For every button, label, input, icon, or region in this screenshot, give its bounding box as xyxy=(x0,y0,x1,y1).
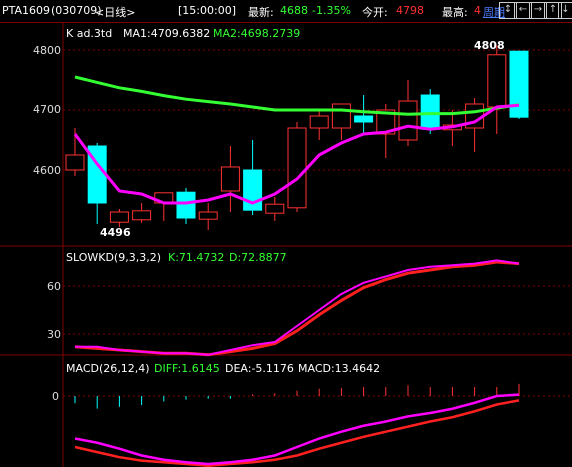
kd-lines xyxy=(74,259,520,357)
main-ytick-2: 4600 xyxy=(33,164,61,177)
k-label: K:71.4732 xyxy=(168,251,224,264)
candle-body xyxy=(220,166,240,192)
candlesticks xyxy=(65,45,529,230)
diff-line xyxy=(74,393,520,466)
candle-body xyxy=(331,103,351,129)
low-marker: 4496 xyxy=(100,226,131,239)
k-line xyxy=(75,259,520,356)
main-ytick-0: 4800 xyxy=(33,44,61,57)
candle-body xyxy=(487,54,507,108)
candle-body xyxy=(398,100,418,141)
main-title: K ad.3td xyxy=(66,27,112,40)
candle-body xyxy=(265,203,285,214)
macd-label: MACD:13.4642 xyxy=(298,362,380,375)
ma2-line xyxy=(74,75,520,116)
macd-title: MACD(26,12,4) xyxy=(66,362,150,375)
candle-body xyxy=(198,211,218,220)
dea-label: DEA:-5.1176 xyxy=(225,362,294,375)
candle-body xyxy=(176,191,196,219)
macd-lines xyxy=(74,383,520,467)
macd-ytick-0: 0 xyxy=(52,390,59,403)
kd-ytick-1: 30 xyxy=(47,328,61,341)
d-label: D:72.8877 xyxy=(229,251,287,264)
ma1-label: MA1:4709.6382 xyxy=(123,27,210,40)
candle-body xyxy=(309,115,329,129)
candle-body xyxy=(65,154,85,171)
kd-title: SLOWKD(9,3,3,2) xyxy=(66,251,161,264)
candle-body xyxy=(354,115,374,123)
kd-ytick-0: 60 xyxy=(47,280,61,293)
candle-body xyxy=(287,127,307,209)
candle-body xyxy=(132,210,152,221)
candle-body xyxy=(509,50,529,118)
d-line xyxy=(74,260,520,357)
candle-body xyxy=(109,211,129,223)
diff-label: DIFF:1.6145 xyxy=(154,362,220,375)
main-ytick-1: 4700 xyxy=(33,103,61,116)
chart-canvas: K ad.3td MA1:4709.6382 MA2:4698.2739 480… xyxy=(0,22,572,467)
ma2-label: MA2:4698.2739 xyxy=(213,27,300,40)
